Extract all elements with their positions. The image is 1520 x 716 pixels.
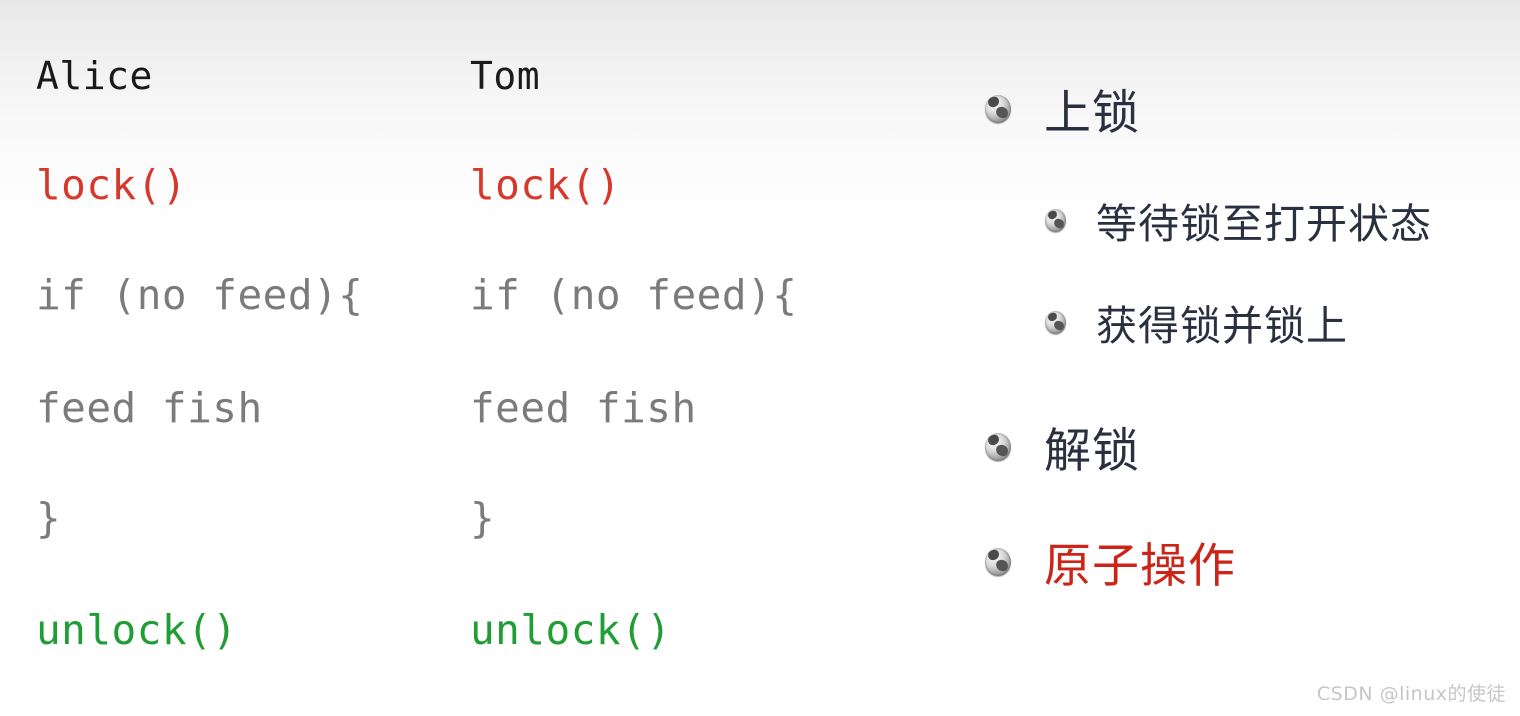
bullet-label: 原子操作 xyxy=(1044,539,1236,594)
code-line-feed-alice: feed fish xyxy=(36,384,263,432)
bullet-item-acquire-lock: 获得锁并锁上 xyxy=(1045,292,1348,352)
slide-canvas: Alice lock() if (no feed){ feed fish } u… xyxy=(0,0,1520,716)
bullet-item-atomic-operation: 原子操作 xyxy=(985,527,1236,596)
code-line-lock-tom: lock() xyxy=(470,161,622,209)
globe-bullet-icon xyxy=(985,432,1011,461)
code-line-if-tom: if (no feed){ xyxy=(470,271,798,319)
globe-bullet-icon xyxy=(985,94,1011,123)
code-line-closebrace-tom: } xyxy=(470,494,496,542)
globe-bullet-icon xyxy=(1045,208,1066,232)
code-line-feed-tom: feed fish xyxy=(470,384,697,432)
globe-bullet-icon xyxy=(985,547,1011,576)
code-line-lock-alice: lock() xyxy=(36,161,188,209)
code-line-closebrace-alice: } xyxy=(36,494,62,542)
code-line-unlock-alice: unlock() xyxy=(36,606,238,654)
bullet-label: 解锁 xyxy=(1044,424,1140,479)
column-title-alice: Alice xyxy=(36,54,153,98)
code-line-unlock-tom: unlock() xyxy=(470,606,672,654)
globe-bullet-icon xyxy=(1045,310,1066,334)
bullet-label: 等待锁至打开状态 xyxy=(1096,200,1432,248)
bullet-item-jiesuo: 解锁 xyxy=(985,412,1140,481)
bullet-label: 获得锁并锁上 xyxy=(1096,302,1348,350)
bullet-label: 上锁 xyxy=(1044,86,1140,141)
bullet-item-wait-for-unlock: 等待锁至打开状态 xyxy=(1045,190,1432,250)
column-title-tom: Tom xyxy=(470,54,541,98)
csdn-watermark: CSDN @linux的使徒 xyxy=(1316,683,1506,705)
bullet-item-shangsuo: 上锁 xyxy=(985,74,1140,143)
code-line-if-alice: if (no feed){ xyxy=(36,271,364,319)
